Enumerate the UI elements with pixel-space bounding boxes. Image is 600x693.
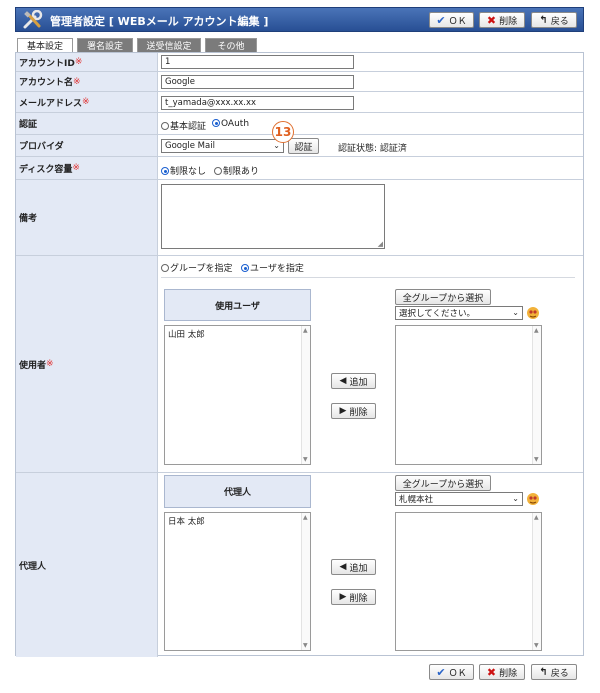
row-account-name: アカウント名 ※ Google <box>16 72 583 92</box>
tools-icon <box>23 10 43 29</box>
delegate-candidate-list[interactable]: ▲ ▼ <box>395 512 542 651</box>
users-list-header: 使用ユーザ <box>164 289 311 321</box>
remarks-label: 備考 <box>16 180 158 255</box>
list-item[interactable]: 山田 太郎 <box>168 328 307 340</box>
tab-basic[interactable]: 基本設定 <box>17 38 73 52</box>
auth-label: 認証 <box>16 113 158 134</box>
x-icon: ✖ <box>486 13 497 27</box>
return-arrow-icon: ↰ <box>539 666 548 678</box>
list-item[interactable]: 日本 太郎 <box>168 515 307 527</box>
left-arrow-icon: ◀ <box>339 376 347 386</box>
scroll-down-icon: ▼ <box>303 642 308 649</box>
users-group-select[interactable]: 選択してください。 ⌄ <box>395 306 523 320</box>
disk-label: ディスク容量 ※ <box>16 157 158 179</box>
account-name-label: アカウント名 ※ <box>16 72 158 91</box>
delegate-remove-button[interactable]: ▶ 削除 <box>331 589 376 605</box>
users-group-radio[interactable]: グループを指定 <box>161 261 232 274</box>
divider <box>161 277 575 278</box>
radio-selected-icon <box>241 264 249 272</box>
scroll-down-icon: ▼ <box>534 456 539 463</box>
radio-icon <box>214 167 222 175</box>
mail-address-field[interactable]: t_yamada@xxx.xx.xx <box>161 96 354 110</box>
mail-address-label: メールアドレス ※ <box>16 92 158 112</box>
disk-limited-radio[interactable]: 制限あり <box>214 164 259 177</box>
provider-label: プロバイダ <box>16 135 158 156</box>
group-tree-icon[interactable] <box>526 306 540 320</box>
scroll-down-icon: ▼ <box>534 642 539 649</box>
row-account-id: アカウントID ※ 1 <box>16 53 583 72</box>
radio-icon <box>161 264 169 272</box>
account-name-field[interactable]: Google <box>161 75 354 89</box>
disk-unlimited-radio[interactable]: 制限なし <box>161 164 206 177</box>
scrollbar[interactable]: ▲ ▼ <box>532 326 541 464</box>
scrollbar[interactable]: ▲ ▼ <box>301 513 310 650</box>
account-form: アカウントID ※ 1 アカウント名 ※ Google メールアドレス ※ t_yam… <box>15 52 584 657</box>
provider-select[interactable]: Google Mail ⌄ <box>161 139 284 153</box>
auth-status-text: 認証状態: 認証済 <box>338 144 407 154</box>
chevron-down-icon: ⌄ <box>512 494 519 503</box>
ok-button[interactable]: ✔ ＯＫ <box>429 12 474 28</box>
users-add-button[interactable]: ◀ 追加 <box>331 373 376 389</box>
chevron-down-icon: ⌄ <box>512 308 519 317</box>
delegate-all-groups-button[interactable]: 全グループから選択 <box>395 475 491 491</box>
footer-ok-button[interactable]: ✔ ＯＫ <box>429 664 474 680</box>
radio-selected-icon <box>212 119 220 127</box>
users-candidate-list[interactable]: ▲ ▼ <box>395 325 542 465</box>
auth-oauth-radio[interactable]: OAuth <box>212 119 249 129</box>
scroll-up-icon: ▲ <box>534 327 539 334</box>
tab-send-receive[interactable]: 送受信設定 <box>137 38 201 52</box>
users-label: 使用者 ※ <box>16 256 158 472</box>
row-delegate: 代理人 代理人 日本 太郎 ▲ ▼ ◀ 追加 ▶ 削除 全グループから選択 札幌本社 ⌄… <box>16 473 583 657</box>
tab-signature[interactable]: 署名設定 <box>77 38 133 52</box>
radio-selected-icon <box>161 167 169 175</box>
auth-button[interactable]: 認証 <box>288 138 319 154</box>
callout-number-badge: 13 <box>272 121 294 143</box>
scroll-up-icon: ▲ <box>303 514 308 521</box>
auth-basic-radio[interactable]: 基本認証 <box>161 119 206 132</box>
right-arrow-icon: ▶ <box>339 406 347 416</box>
delegate-list-header: 代理人 <box>164 475 311 508</box>
scroll-up-icon: ▲ <box>534 514 539 521</box>
account-id-field[interactable]: 1 <box>161 55 354 69</box>
radio-icon <box>161 122 169 130</box>
row-mail-address: メールアドレス ※ t_yamada@xxx.xx.xx <box>16 92 583 113</box>
row-provider: プロバイダ Google Mail ⌄ 認証 認証状態: 認証済 <box>16 135 583 157</box>
scrollbar[interactable]: ▲ ▼ <box>532 513 541 650</box>
footer-back-button[interactable]: ↰ 戻る <box>531 664 577 680</box>
scroll-up-icon: ▲ <box>303 327 308 334</box>
back-button[interactable]: ↰ 戻る <box>531 12 577 28</box>
users-selected-list[interactable]: 山田 太郎 ▲ ▼ <box>164 325 311 465</box>
delete-button[interactable]: ✖ 削除 <box>479 12 525 28</box>
footer-delete-button[interactable]: ✖ 削除 <box>479 664 525 680</box>
scrollbar[interactable]: ▲ ▼ <box>301 326 310 464</box>
remarks-textarea[interactable]: ◢ <box>161 184 385 249</box>
check-icon: ✔ <box>436 665 446 679</box>
x-icon: ✖ <box>486 665 497 679</box>
return-arrow-icon: ↰ <box>539 14 548 26</box>
users-remove-button[interactable]: ▶ 削除 <box>331 403 376 419</box>
users-all-groups-button[interactable]: 全グループから選択 <box>395 289 491 305</box>
delegate-add-button[interactable]: ◀ 追加 <box>331 559 376 575</box>
group-tree-icon[interactable] <box>526 492 540 506</box>
row-auth: 認証 基本認証 OAuth <box>16 113 583 135</box>
resize-grip-icon: ◢ <box>377 240 383 248</box>
row-disk: ディスク容量 ※ 制限なし 制限あり <box>16 157 583 180</box>
delegate-label: 代理人 <box>16 473 158 657</box>
delegate-selected-list[interactable]: 日本 太郎 ▲ ▼ <box>164 512 311 651</box>
right-arrow-icon: ▶ <box>339 592 347 602</box>
check-icon: ✔ <box>436 13 446 27</box>
scroll-down-icon: ▼ <box>303 456 308 463</box>
account-id-label: アカウントID ※ <box>16 53 158 71</box>
delegate-group-select[interactable]: 札幌本社 ⌄ <box>395 492 523 506</box>
tab-other[interactable]: その他 <box>205 38 257 52</box>
page-title: 管理者設定 [ WEBメール アカウント編集 ] <box>50 15 269 28</box>
row-remarks: 備考 ◢ <box>16 180 583 256</box>
left-arrow-icon: ◀ <box>339 562 347 572</box>
row-users: 使用者 ※ グループを指定 ユーザを指定 使用ユーザ 山田 太郎 ▲ ▼ ◀ 追加 ▶… <box>16 256 583 473</box>
users-user-radio[interactable]: ユーザを指定 <box>241 261 304 274</box>
